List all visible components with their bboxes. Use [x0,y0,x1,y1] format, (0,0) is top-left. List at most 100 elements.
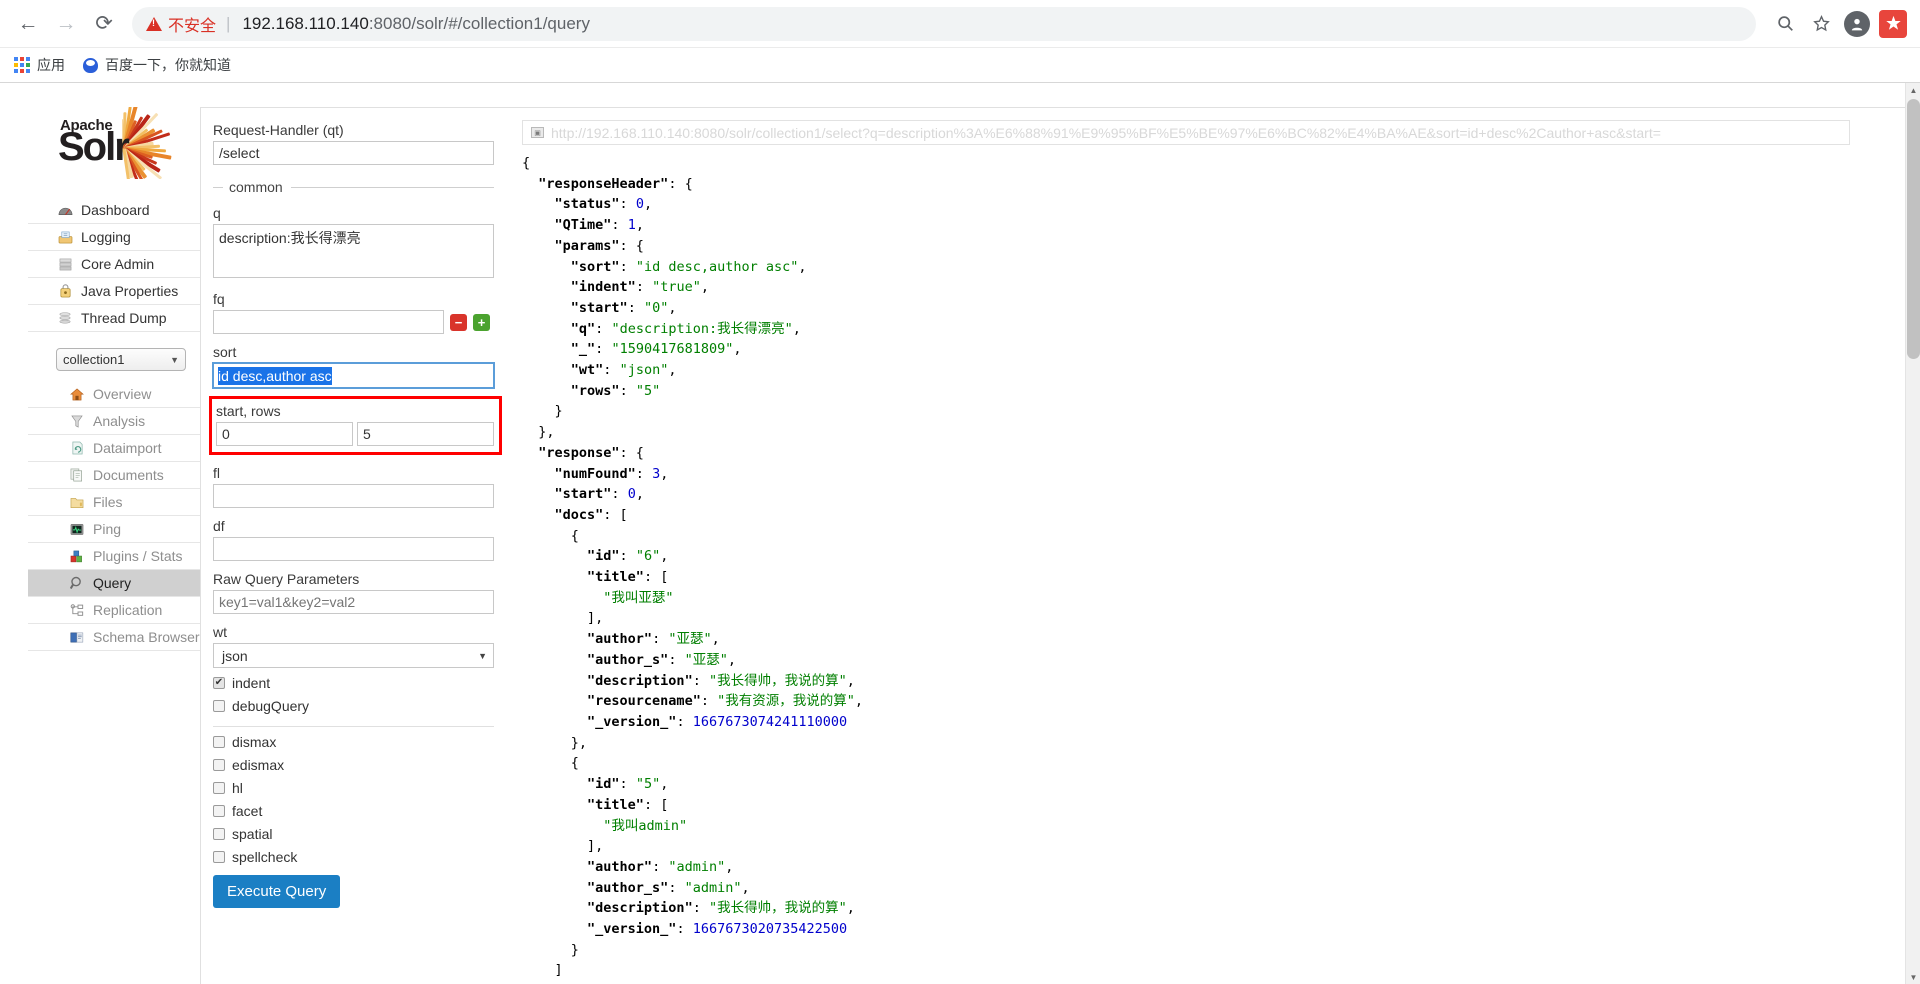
sidebar-item-schema-browser[interactable]: Schema Browser [28,624,200,651]
checkbox-icon: ✔ [213,677,225,689]
profile-avatar[interactable] [1840,7,1874,41]
request-handler-input[interactable] [213,141,494,165]
baidu-icon [83,57,98,73]
plugins-icon [68,548,86,564]
start-rows-inputs [216,422,494,446]
sidebar-item-plugins-stats[interactable]: Plugins / Stats [28,543,200,570]
wt-select[interactable]: json ▼ [213,643,494,668]
chevron-down-icon: ▼ [478,650,487,661]
result-panel: ▣ http://192.168.110.140:8080/solr/colle… [506,107,1905,984]
df-input[interactable] [213,537,494,561]
checkbox-edismax[interactable]: edismax [213,757,494,773]
bookmark-baidu[interactable]: 百度一下，你就知道 [83,55,231,75]
sidebar-item-core-admin[interactable]: Core Admin [28,251,200,278]
back-button[interactable]: ← [10,6,46,42]
sidebar-item-label: Overview [93,386,152,402]
core-admin-icon [56,256,74,272]
sidebar-item-thread-dump[interactable]: Thread Dump [28,305,200,332]
fl-input[interactable] [213,484,494,508]
solr-sun-icon [122,107,206,179]
sidebar-item-logging[interactable]: Logging [28,224,200,251]
parser-checkboxes: dismax edismax hl facet spatial spellcheck [213,734,494,865]
core-selector[interactable]: collection1 ▼ [56,348,186,371]
scroll-up-arrow-icon[interactable]: ▲ [1906,83,1920,98]
checkbox-label: spatial [232,826,273,842]
external-link-icon: ▣ [531,127,544,138]
json-response: { "responseHeader": { "status": 0, "QTim… [522,155,863,984]
logo-solr-text: Solr [58,125,130,169]
sidebar-item-java-properties[interactable]: Java Properties [28,278,200,305]
bookmark-star-icon[interactable] [1804,7,1838,41]
thread-dump-icon [56,310,74,326]
sidebar-item-label: Documents [93,467,164,483]
sidebar-item-label: Files [93,494,123,510]
checkbox-spatial[interactable]: spatial [213,826,494,842]
checkbox-facet[interactable]: facet [213,803,494,819]
start-rows-highlight-box: start, rows [209,396,502,455]
reload-button[interactable]: ⟳ [86,6,122,42]
sidebar-item-label: Plugins / Stats [93,548,183,564]
browser-chrome: ← → ⟳ 不安全 | 192.168.110.140:8080/solr/#/… [0,0,1920,83]
q-input[interactable]: description:我长得漂亮 [213,224,494,278]
sidebar-item-files[interactable]: Files [28,489,200,516]
sidebar-item-label: Dashboard [81,202,150,218]
checkbox-dismax[interactable]: dismax [213,734,494,750]
page-vertical-scrollbar[interactable]: ▲ ▼ [1905,83,1920,984]
forward-button[interactable]: → [48,6,84,42]
checkbox-hl[interactable]: hl [213,780,494,796]
sort-input[interactable]: id desc,author asc [212,362,495,389]
avatar [1844,10,1870,37]
sidebar-item-analysis[interactable]: Analysis [28,408,200,435]
extension-button[interactable] [1876,7,1910,41]
url-path: :8080/solr/#/collection1/query [368,13,590,33]
start-input[interactable] [216,422,353,446]
sidebar-item-documents[interactable]: Documents [28,462,200,489]
checkbox-label: hl [232,780,243,796]
scrollbar-thumb[interactable] [1907,99,1920,359]
df-label: df [213,518,225,534]
checkbox-icon [213,782,225,794]
raw-query-input[interactable] [213,590,494,614]
solr-logo[interactable]: Apache Solr [56,107,206,179]
page-viewport: Apache Solr Dashboard Logging Core Admin Ja… [0,83,1920,984]
checkbox-label: spellcheck [232,849,298,865]
result-url-link[interactable]: http://192.168.110.140:8080/solr/collect… [551,125,1661,141]
bookmark-apps-label: 应用 [37,57,65,73]
java-properties-icon [56,283,74,299]
search-icon[interactable] [1768,7,1802,41]
execute-query-button[interactable]: Execute Query [213,875,341,908]
address-bar[interactable]: 不安全 | 192.168.110.140:8080/solr/#/collec… [132,6,1756,41]
scroll-down-arrow-icon[interactable]: ▼ [1906,970,1920,984]
sidebar-item-ping[interactable]: Ping [28,516,200,543]
sidebar-item-overview[interactable]: Overview [28,381,200,408]
sidebar-item-label: Logging [81,229,131,245]
funnel-icon [68,413,86,429]
sidebar-item-replication[interactable]: Replication [28,597,200,624]
content-area: Request-Handler (qt) common q descriptio… [200,107,1905,984]
bookmark-apps[interactable]: 应用 [14,55,65,75]
checkbox-debugquery[interactable]: debugQuery [213,698,494,714]
fq-add-icon[interactable]: + [473,313,490,331]
sort-label: sort [213,344,237,360]
checkbox-label: dismax [232,734,277,750]
fq-label: fq [213,291,225,307]
fl-label: fl [213,465,220,481]
fq-row: − + [213,310,494,334]
fq-input[interactable] [213,310,444,334]
query-options-checkboxes: ✔ indent debugQuery [213,675,494,714]
insecure-indicator[interactable]: 不安全 [146,12,216,36]
back-arrow-icon: ← [17,11,39,35]
sidebar-item-dataimport[interactable]: Dataimport [28,435,200,462]
url-text: 192.168.110.140:8080/solr/#/collection1/… [242,14,590,34]
sidebar-item-label: Java Properties [81,283,179,299]
forward-arrow-icon: → [55,11,77,35]
sidebar-item-dashboard[interactable]: Dashboard [28,197,200,224]
checkbox-spellcheck[interactable]: spellcheck [213,849,494,865]
sidebar-item-label: Schema Browser [93,629,200,645]
rows-input[interactable] [357,422,494,446]
sidebar-item-query[interactable]: Query [28,570,200,597]
fq-remove-icon[interactable]: − [450,313,467,331]
raw-query-label: Raw Query Parameters [213,571,360,587]
wt-select-value: json [222,647,248,664]
checkbox-indent[interactable]: ✔ indent [213,675,494,691]
